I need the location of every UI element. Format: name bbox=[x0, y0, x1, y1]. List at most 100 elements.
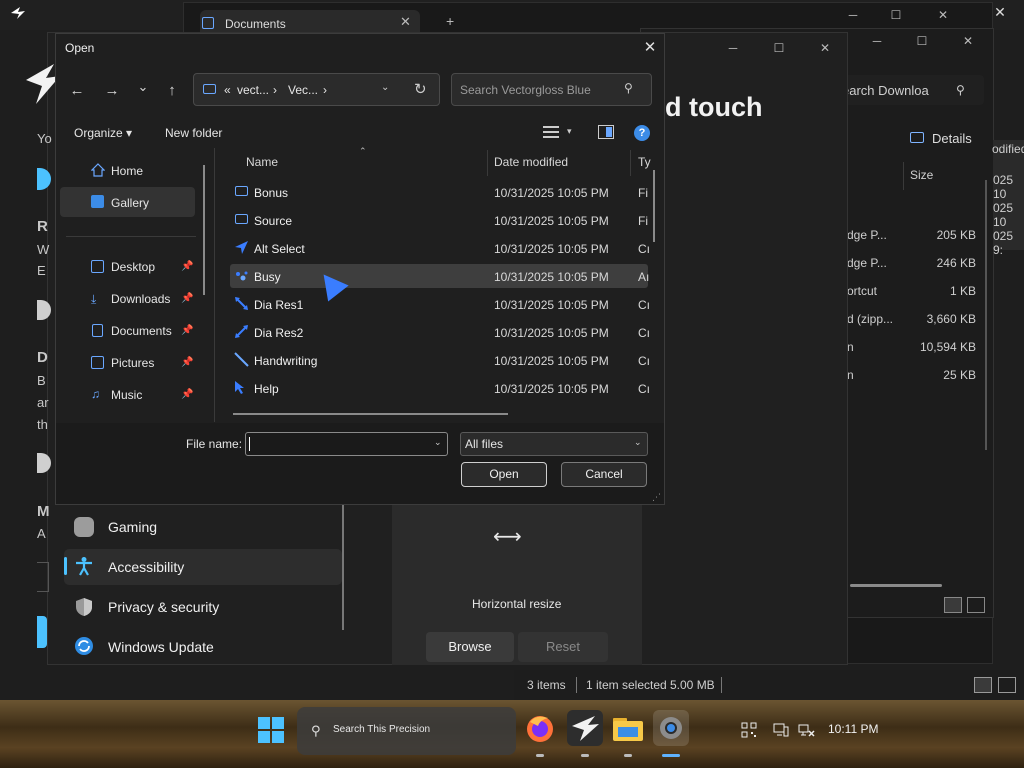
phone-link-icon[interactable] bbox=[773, 722, 789, 742]
details-button[interactable]: Details bbox=[932, 131, 972, 146]
downloads-horizontal-scrollbar[interactable] bbox=[850, 584, 942, 587]
browse-button[interactable]: Browse bbox=[426, 632, 514, 662]
downloads-maximize-button[interactable]: ☐ bbox=[912, 34, 932, 48]
breadcrumb-item[interactable]: vect... bbox=[237, 83, 269, 97]
file-date: 10/31/2025 10:05 PM bbox=[494, 298, 609, 312]
file-list-horizontal-scrollbar[interactable] bbox=[233, 413, 508, 415]
sidebar-item-label: Accessibility bbox=[108, 559, 185, 575]
forward-button[interactable]: → bbox=[102, 82, 122, 99]
details-view-icon[interactable] bbox=[944, 597, 962, 613]
breadcrumb-overflow[interactable]: « bbox=[224, 83, 231, 97]
documents-icon bbox=[92, 324, 103, 337]
size-column-header[interactable]: Size bbox=[910, 168, 933, 182]
downloads-row-name[interactable]: d (zipp... bbox=[847, 312, 893, 326]
settings-taskbar-button[interactable] bbox=[653, 710, 689, 746]
settings-close-button[interactable]: ✕ bbox=[815, 41, 835, 55]
help-icon[interactable]: ? bbox=[634, 125, 650, 141]
search-icon[interactable]: ⚲ bbox=[624, 81, 633, 95]
search-placeholder: Search Vectorgloss Blue bbox=[460, 83, 591, 97]
downloads-row-name[interactable]: dge P... bbox=[847, 228, 887, 242]
file-explorer-taskbar-button[interactable] bbox=[610, 710, 646, 746]
explorer-new-tab-button[interactable]: + bbox=[446, 13, 454, 29]
taskbar-clock[interactable]: 10:11 PM bbox=[828, 722, 878, 736]
chevron-down-icon[interactable]: ⌄ bbox=[634, 437, 642, 448]
sidebar-item-accessibility[interactable] bbox=[64, 549, 342, 585]
pin-icon[interactable]: 📌 bbox=[181, 293, 193, 304]
nav-item-label: Desktop bbox=[111, 260, 156, 274]
details-view-icon[interactable] bbox=[974, 677, 992, 693]
settings-text-fragment: W bbox=[37, 242, 50, 257]
home-icon bbox=[90, 163, 106, 180]
address-dropdown-icon[interactable]: ⌄ bbox=[381, 82, 389, 93]
explorer-minimize-button[interactable]: ─ bbox=[843, 8, 863, 22]
status-selection-size: 5.00 MB bbox=[670, 678, 715, 692]
cursor-app-taskbar-button[interactable] bbox=[567, 710, 603, 746]
tiles-view-icon[interactable] bbox=[967, 597, 985, 613]
refresh-icon[interactable]: ↻ bbox=[414, 80, 427, 98]
file-name-dropdown-icon[interactable]: ⌄ bbox=[434, 437, 442, 448]
active-indicator bbox=[662, 754, 680, 757]
new-folder-button[interactable]: New folder bbox=[165, 126, 222, 140]
pin-icon[interactable]: 📌 bbox=[181, 325, 193, 336]
sort-ascending-icon: ⌃ bbox=[359, 146, 367, 156]
file-date: 10/31/2025 10:05 PM bbox=[494, 354, 609, 368]
file-list-vertical-scrollbar[interactable] bbox=[653, 170, 655, 242]
downloads-row-name[interactable]: ortcut bbox=[847, 284, 877, 298]
downloads-row-name[interactable]: dge P... bbox=[847, 256, 887, 270]
pin-icon[interactable]: 📌 bbox=[181, 389, 193, 400]
nav-pane-scrollbar[interactable] bbox=[203, 165, 205, 295]
start-windows-icon[interactable] bbox=[257, 716, 285, 747]
firefox-taskbar-button[interactable] bbox=[522, 710, 558, 746]
view-options-dropdown[interactable]: ▾ bbox=[567, 126, 572, 137]
downloads-row-name[interactable]: n bbox=[847, 340, 854, 354]
open-button[interactable]: Open bbox=[461, 462, 547, 487]
explorer-close-button[interactable]: ✕ bbox=[933, 8, 953, 22]
qr-icon[interactable] bbox=[741, 722, 757, 742]
pin-icon[interactable]: 📌 bbox=[181, 357, 193, 368]
settings-page-title: d touch bbox=[665, 92, 763, 122]
column-divider[interactable] bbox=[630, 150, 631, 176]
network-muted-icon[interactable] bbox=[798, 722, 816, 742]
settings-button-fragment[interactable] bbox=[37, 616, 47, 648]
dialog-close-button[interactable]: ✕ bbox=[640, 38, 660, 56]
organize-button[interactable]: Organize ▾ bbox=[74, 126, 132, 140]
handwriting-file-icon bbox=[234, 352, 249, 370]
breadcrumb-item[interactable]: Vec... bbox=[288, 83, 318, 97]
tiles-view-icon[interactable] bbox=[998, 677, 1016, 693]
settings-text-fragment: Yo bbox=[37, 131, 52, 146]
pin-icon[interactable]: 📌 bbox=[181, 261, 193, 272]
file-name: Dia Res2 bbox=[254, 326, 304, 340]
downloads-row-size: 1 KB bbox=[949, 284, 976, 298]
search-icon[interactable]: ⚲ bbox=[956, 83, 965, 97]
recent-locations-button[interactable]: ⌄ bbox=[133, 79, 153, 95]
pane-divider[interactable] bbox=[214, 148, 215, 422]
breadcrumb-separator[interactable]: › bbox=[323, 83, 327, 97]
settings-text-fragment: B bbox=[37, 373, 46, 388]
date-column-header[interactable]: Date modified bbox=[494, 155, 568, 169]
modified-column-header[interactable]: odified bbox=[992, 142, 1024, 156]
column-divider[interactable] bbox=[487, 150, 488, 176]
nav-divider bbox=[66, 236, 196, 237]
breadcrumb-separator[interactable]: › bbox=[273, 83, 277, 97]
explorer-maximize-button[interactable]: ☐ bbox=[886, 8, 906, 22]
type-column-header[interactable]: Ty bbox=[638, 155, 651, 169]
downloads-row-name[interactable]: n bbox=[847, 368, 854, 382]
downloads-close-button[interactable]: ✕ bbox=[958, 34, 978, 48]
downloads-vertical-scrollbar[interactable] bbox=[985, 180, 987, 450]
settings-input-fragment[interactable] bbox=[37, 562, 49, 592]
details-pane-icon[interactable] bbox=[910, 132, 924, 143]
up-button[interactable]: ↑ bbox=[162, 82, 182, 99]
downloads-minimize-button[interactable]: ─ bbox=[867, 34, 887, 48]
resize-grip-icon[interactable]: ⋰ bbox=[652, 492, 661, 503]
running-indicator bbox=[581, 754, 589, 757]
settings-minimize-button[interactable]: ─ bbox=[723, 41, 743, 55]
sidebar-item-gaming[interactable] bbox=[64, 509, 342, 545]
explorer-tab-close-icon[interactable]: ✕ bbox=[400, 14, 411, 30]
back-button[interactable]: ← bbox=[67, 82, 87, 99]
reset-button[interactable]: Reset bbox=[518, 632, 608, 662]
cursor-name-label: Horizontal resize bbox=[472, 597, 562, 611]
settings-maximize-button[interactable]: ☐ bbox=[769, 41, 789, 55]
name-column-header[interactable]: Name bbox=[246, 155, 278, 169]
cancel-button[interactable]: Cancel bbox=[561, 462, 647, 487]
file-name-input[interactable] bbox=[245, 432, 448, 456]
